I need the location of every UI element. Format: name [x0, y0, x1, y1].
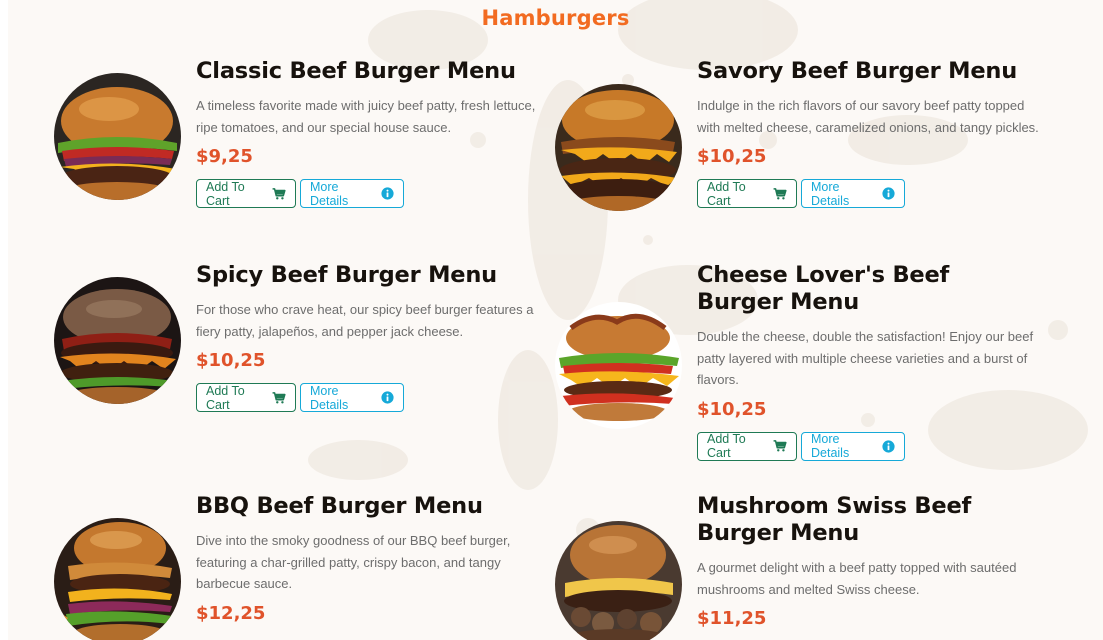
more-details-button[interactable]: More Details: [300, 179, 404, 208]
burger-image: [555, 84, 682, 211]
menu-item-name: Mushroom Swiss Beef Burger Menu: [697, 493, 972, 546]
section-title: Hamburgers: [481, 6, 630, 30]
cart-icon: [272, 188, 286, 200]
more-details-label: More Details: [811, 179, 850, 208]
info-icon: [882, 187, 895, 200]
more-details-button[interactable]: More Details: [801, 431, 905, 461]
more-details-label: More Details: [310, 383, 349, 412]
add-to-cart-label: Add To Cart: [206, 179, 245, 208]
add-to-cart-button[interactable]: Add To Cart: [196, 179, 296, 208]
menu-item-price: $12,25: [196, 602, 266, 624]
add-to-cart-label: Add To Cart: [206, 383, 245, 412]
cart-icon: [773, 188, 787, 200]
menu-page: Hamburgers Classic Beef Burger Menu A ti…: [8, 0, 1103, 640]
burger-image: [555, 521, 682, 640]
add-to-cart-button[interactable]: Add To Cart: [697, 179, 797, 208]
more-details-label: More Details: [310, 179, 349, 208]
menu-item-price: $9,25: [196, 146, 253, 167]
menu-card-body: Cheese Lover's Beef Burger Menu Double t…: [697, 262, 1042, 461]
more-details-label: More Details: [811, 432, 850, 460]
menu-item-price: $11,25: [697, 608, 767, 629]
more-details-button[interactable]: More Details: [801, 179, 905, 208]
menu-item-description: For those who crave heat, our spicy beef…: [196, 302, 534, 339]
cart-icon: [272, 392, 286, 404]
burger-image: [54, 277, 181, 404]
add-to-cart-button[interactable]: Add To Cart: [697, 431, 797, 461]
add-to-cart-label: Add To Cart: [707, 179, 746, 208]
menu-item-price: $10,25: [196, 350, 266, 371]
info-icon: [381, 391, 394, 404]
menu-card-body: Mushroom Swiss Beef Burger Menu A gourme…: [697, 493, 1042, 632]
menu-item-description: A timeless favorite made with juicy beef…: [196, 98, 536, 135]
menu-item-price: $10,25: [697, 146, 767, 167]
menu-card-body: Savory Beef Burger Menu Indulge in the r…: [697, 58, 1042, 208]
menu-card-body: Spicy Beef Burger Menu For those who cra…: [196, 262, 541, 412]
add-to-cart-label: Add To Cart: [707, 432, 746, 460]
menu-item-name: Cheese Lover's Beef Burger Menu: [697, 262, 950, 315]
burger-image: [54, 73, 181, 200]
burger-image: [555, 302, 682, 429]
cart-icon: [773, 440, 787, 452]
menu-item-description: A gourmet delight with a beef patty topp…: [697, 560, 1017, 597]
menu-item-name: Spicy Beef Burger Menu: [196, 262, 497, 288]
add-to-cart-button[interactable]: Add To Cart: [196, 383, 296, 412]
more-details-button[interactable]: More Details: [300, 383, 404, 412]
menu-item-name: Savory Beef Burger Menu: [697, 58, 1018, 84]
menu-item-description: Double the cheese, double the satisfacti…: [697, 329, 1034, 387]
menu-card-body: Classic Beef Burger Menu A timeless favo…: [196, 58, 541, 208]
menu-item-name: BBQ Beef Burger Menu: [196, 493, 483, 519]
info-icon: [882, 440, 895, 453]
menu-item-description: Indulge in the rich flavors of our savor…: [697, 98, 1039, 135]
menu-item-price: $10,25: [697, 398, 767, 420]
burger-image: [54, 518, 181, 640]
info-icon: [381, 187, 394, 200]
menu-item-name: Classic Beef Burger Menu: [196, 58, 516, 84]
menu-card-body: BBQ Beef Burger Menu Dive into the smoky…: [196, 493, 541, 627]
menu-item-description: Dive into the smoky goodness of our BBQ …: [196, 533, 511, 591]
